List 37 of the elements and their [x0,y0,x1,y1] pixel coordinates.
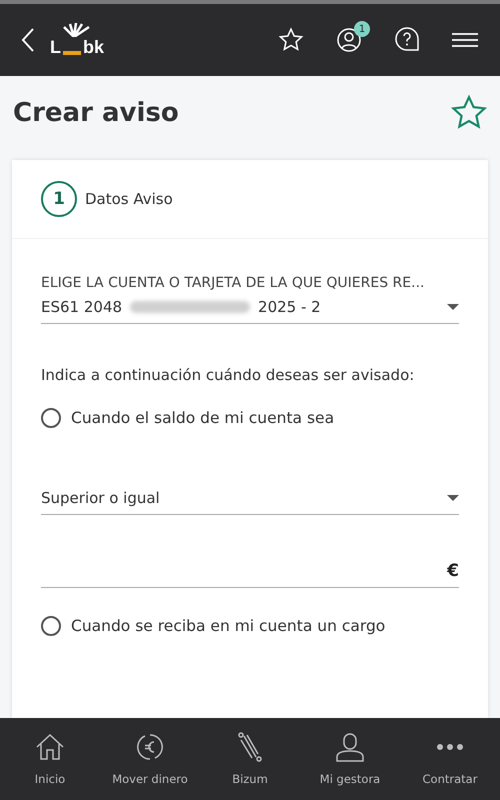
page-title: Crear aviso [13,98,179,128]
fan-icon [62,22,92,36]
nav-item[interactable]: Bizum [200,718,300,800]
field-label: ELIGE LA CUENTA O TARJETA DE LA QUE QUIERES RE... [41,275,426,291]
help-button[interactable] [394,26,420,54]
logo-bar-icon [63,50,81,54]
person-icon [335,732,365,762]
back-button[interactable] [20,27,36,53]
radio-option[interactable]: Cuando el saldo de mi cuenta sea [41,408,459,428]
amount-field[interactable]: € [41,555,459,588]
option-label: Cuando se reciba en mi cuenta un cargo [71,617,386,635]
menu-button[interactable] [452,32,478,48]
profile-button[interactable] [336,27,362,53]
euro-icon [135,732,165,762]
step-label: Datos Aviso [85,190,173,208]
condition-select[interactable]: Superior o igual [41,482,459,515]
nav-item[interactable]: Contratar [400,718,500,800]
prompt-text: Indica a continuación cuándo deseas ser avisado: [41,366,416,384]
nav-item[interactable]: Mi gestora [300,718,400,800]
home-icon [35,733,65,761]
currency-symbol: € [447,561,459,581]
nav-item[interactable]: Inicio [0,718,100,800]
step-number: 1 [41,181,77,217]
caret-icon [447,304,459,310]
caret-icon [447,495,459,501]
radio-option[interactable]: Cuando se reciba en mi cuenta un cargo [41,616,459,636]
option-label: Cuando el saldo de mi cuenta sea [71,409,334,427]
radio-button[interactable] [41,408,61,428]
logo-text: L [50,36,61,58]
logo-text: bk [83,36,104,58]
radio-button[interactable] [41,616,61,636]
nav-item[interactable]: Mover dinero [100,718,200,800]
more-icon [436,743,464,751]
percent-icon [237,732,263,762]
account-select[interactable]: ES61 2048 2025 - 2 [41,291,459,324]
favorites-button[interactable] [278,27,304,53]
notification-badge: 1 [354,21,370,37]
